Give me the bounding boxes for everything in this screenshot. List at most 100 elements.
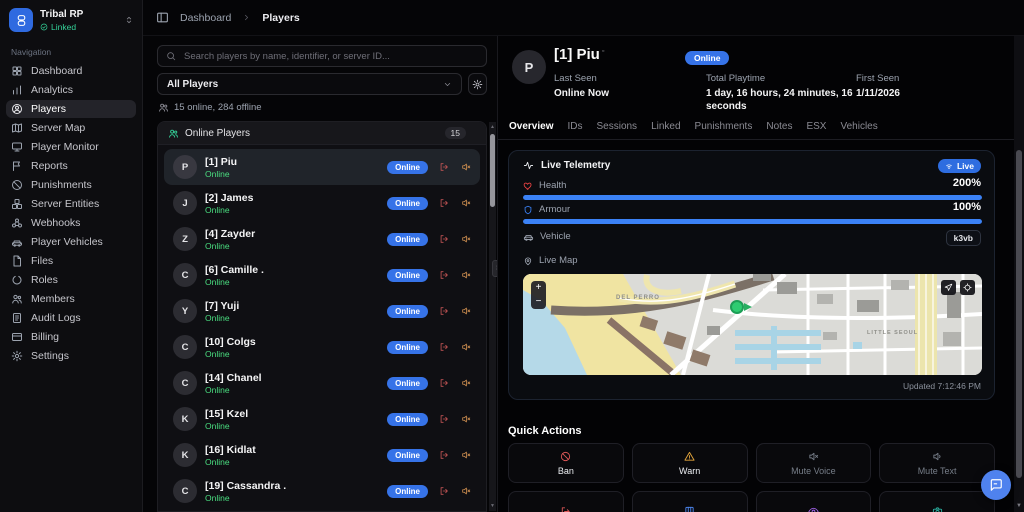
player-row[interactable]: Z [4] Zayder Online Online bbox=[164, 221, 480, 257]
sidebar-item-player-vehicles[interactable]: Player Vehicles bbox=[6, 233, 136, 251]
sidebar-item-server-map[interactable]: Server Map bbox=[6, 119, 136, 137]
map-zoom-control[interactable]: + − bbox=[531, 281, 546, 309]
spectate-action-button[interactable] bbox=[755, 491, 872, 512]
player-filter-select[interactable]: All Players bbox=[157, 73, 462, 95]
kick-icon[interactable] bbox=[439, 306, 449, 316]
tab-punishments[interactable]: Punishments bbox=[695, 121, 753, 139]
sidebar-item-webhooks[interactable]: Webhooks bbox=[6, 214, 136, 232]
list-settings-button[interactable] bbox=[468, 73, 487, 95]
mute-voice-icon[interactable] bbox=[461, 342, 471, 352]
breadcrumb-root[interactable]: Dashboard bbox=[180, 12, 231, 24]
ban-icon bbox=[560, 451, 571, 462]
sidebar-item-punishments[interactable]: Punishments bbox=[6, 176, 136, 194]
ban-icon bbox=[11, 179, 23, 191]
live-map[interactable]: DEL PERRO LITTLE SEOUL + − bbox=[523, 274, 982, 375]
kick-icon[interactable] bbox=[439, 198, 449, 208]
tab-linked[interactable]: Linked bbox=[651, 121, 680, 139]
list-scrollbar-thumb[interactable] bbox=[490, 134, 495, 207]
kick-action-button[interactable] bbox=[508, 491, 624, 512]
sidebar-item-dashboard[interactable]: Dashboard bbox=[6, 62, 136, 80]
kick-icon[interactable] bbox=[439, 450, 449, 460]
sidebar-item-server-entities[interactable]: Server Entities bbox=[6, 195, 136, 213]
tab-esx[interactable]: ESX bbox=[806, 121, 826, 139]
sidebar-item-reports[interactable]: Reports bbox=[6, 157, 136, 175]
sidebar-item-label: Dashboard bbox=[31, 65, 83, 77]
sidebar-item-roles[interactable]: Roles bbox=[6, 271, 136, 289]
mute-text-action-button[interactable]: Mute Text bbox=[879, 443, 995, 483]
mute-voice-icon[interactable] bbox=[461, 162, 471, 172]
jail-action-button[interactable] bbox=[631, 491, 748, 512]
map-label-del-perro: DEL PERRO bbox=[616, 295, 660, 301]
sidebar-toggle-icon[interactable] bbox=[156, 11, 169, 24]
player-row[interactable]: K [15] Kzel Online Online bbox=[164, 401, 480, 437]
player-row[interactable]: C [19] Cassandra . Online Online bbox=[164, 473, 480, 509]
sidebar-item-label: Player Monitor bbox=[31, 141, 99, 153]
quick-actions-title: Quick Actions bbox=[508, 425, 582, 437]
tab-ids[interactable]: IDs bbox=[567, 121, 582, 139]
avatar: C bbox=[173, 371, 197, 395]
mute-voice-icon[interactable] bbox=[461, 414, 471, 424]
mute-voice-icon[interactable] bbox=[461, 234, 471, 244]
mute-voice-icon[interactable] bbox=[461, 270, 471, 280]
player-row[interactable]: Y [7] Yuji Online Online bbox=[164, 293, 480, 329]
scroll-down-arrow-icon[interactable]: ▼ bbox=[1014, 503, 1024, 509]
list-scrollbar[interactable]: ▲ ▼ bbox=[489, 122, 496, 511]
player-row[interactable]: C [10] Colgs Online Online bbox=[164, 329, 480, 365]
zoom-in-button[interactable]: + bbox=[536, 283, 542, 293]
tab-vehicles[interactable]: Vehicles bbox=[840, 121, 877, 139]
online-status-badge: Online bbox=[387, 232, 428, 246]
kick-icon[interactable] bbox=[439, 414, 449, 424]
mute-voice-icon[interactable] bbox=[461, 450, 471, 460]
kick-icon[interactable] bbox=[439, 486, 449, 496]
scroll-up-arrow-icon[interactable]: ▲ bbox=[489, 124, 496, 130]
kick-icon[interactable] bbox=[439, 342, 449, 352]
mute-voice-icon[interactable] bbox=[461, 198, 471, 208]
kick-icon[interactable] bbox=[439, 162, 449, 172]
player-row[interactable]: K [16] Kidlat Online Online bbox=[164, 437, 480, 473]
player-status: Online bbox=[205, 204, 230, 215]
sidebar-item-billing[interactable]: Billing bbox=[6, 328, 136, 346]
player-name: [6] Camille . bbox=[205, 263, 264, 276]
ban-action-button[interactable]: Ban bbox=[508, 443, 624, 483]
sidebar-item-audit-logs[interactable]: Audit Logs bbox=[6, 309, 136, 327]
mute-voice-action-button[interactable]: Mute Voice bbox=[755, 443, 872, 483]
warn-action-button[interactable]: Warn bbox=[631, 443, 748, 483]
player-row[interactable]: C [6] Camille . Online Online bbox=[164, 257, 480, 293]
tab-overview[interactable]: Overview bbox=[509, 121, 553, 139]
tab-sessions[interactable]: Sessions bbox=[596, 121, 637, 139]
map-icon bbox=[11, 122, 23, 134]
player-row[interactable]: P [1] Piu Online Online bbox=[164, 149, 480, 185]
kick-icon[interactable] bbox=[439, 270, 449, 280]
workspace-switcher[interactable]: Tribal RP Linked bbox=[0, 0, 142, 38]
kick-icon[interactable] bbox=[439, 378, 449, 388]
zoom-out-button[interactable]: − bbox=[536, 297, 542, 307]
activity-pulse-icon bbox=[523, 160, 534, 171]
scroll-down-arrow-icon[interactable]: ▼ bbox=[489, 503, 496, 509]
sidebar-item-players[interactable]: Players bbox=[6, 100, 136, 118]
search-input[interactable] bbox=[182, 49, 478, 63]
sidebar-item-player-monitor[interactable]: Player Monitor bbox=[6, 138, 136, 156]
sidebar-item-settings[interactable]: Settings bbox=[6, 347, 136, 365]
mute-voice-icon[interactable] bbox=[461, 486, 471, 496]
window-scrollbar[interactable]: ▼ bbox=[1014, 36, 1024, 512]
sidebar-item-files[interactable]: Files bbox=[6, 252, 136, 270]
detail-tabs: Overview IDs Sessions Linked Punishments… bbox=[498, 121, 1014, 140]
tab-notes[interactable]: Notes bbox=[766, 121, 792, 139]
armour-value: 100% bbox=[952, 201, 981, 213]
player-row[interactable]: C [14] Chanel Online Online bbox=[164, 365, 480, 401]
map-center-button[interactable] bbox=[960, 280, 975, 295]
mute-voice-icon[interactable] bbox=[461, 306, 471, 316]
map-locate-button[interactable] bbox=[941, 280, 956, 295]
online-status-badge: Online bbox=[685, 51, 730, 65]
sidebar-item-members[interactable]: Members bbox=[6, 290, 136, 308]
player-name: [14] Chanel bbox=[205, 371, 262, 384]
kick-icon[interactable] bbox=[439, 234, 449, 244]
sidebar-item-analytics[interactable]: Analytics bbox=[6, 81, 136, 99]
window-scrollbar-thumb[interactable] bbox=[1016, 150, 1022, 478]
armour-label: Armour bbox=[539, 204, 571, 215]
screenshot-action-button[interactable] bbox=[879, 491, 995, 512]
spectate-eye-icon bbox=[808, 506, 819, 512]
player-row[interactable]: J [2] James Online Online bbox=[164, 185, 480, 221]
support-chat-button[interactable] bbox=[981, 470, 1011, 500]
mute-voice-icon[interactable] bbox=[461, 378, 471, 388]
